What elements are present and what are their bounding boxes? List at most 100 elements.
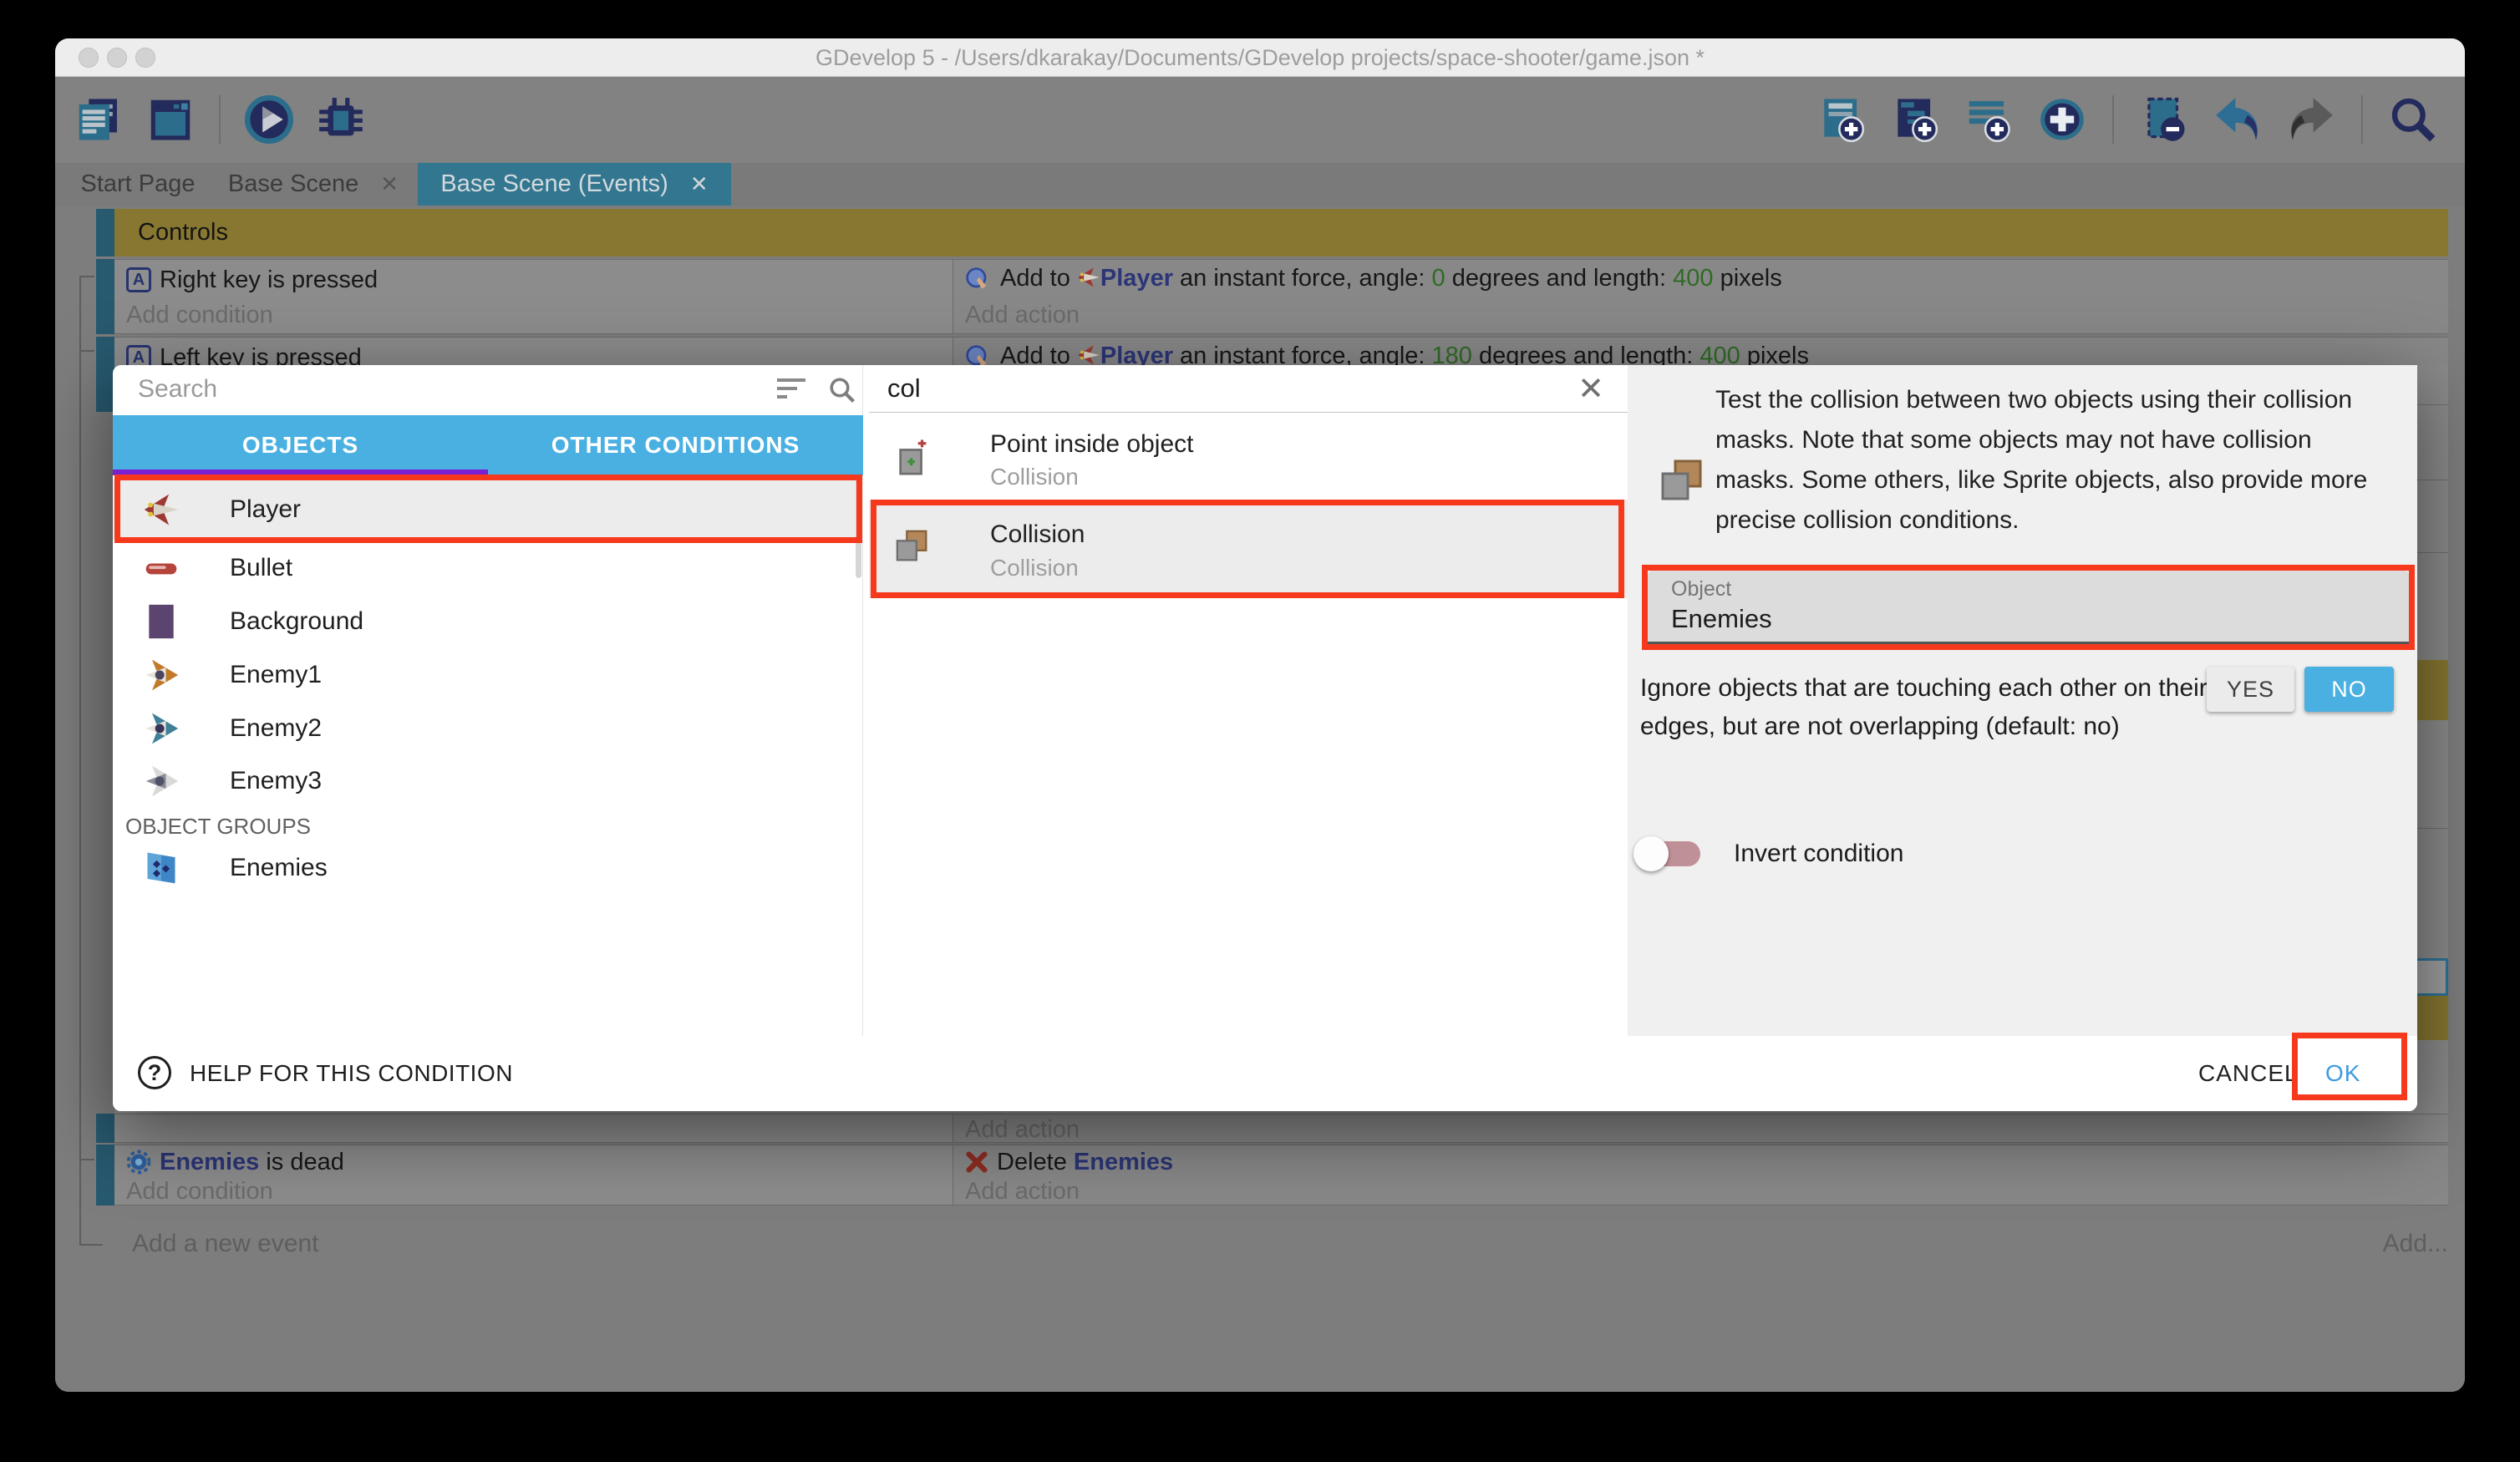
add-event-icon[interactable]: [1815, 93, 1868, 146]
invert-condition-label: Invert condition: [1734, 838, 1903, 870]
help-icon[interactable]: ?: [138, 1056, 171, 1089]
object-row-enemy2[interactable]: Enemy2: [113, 702, 863, 755]
comment-event-controls[interactable]: Controls: [114, 209, 2448, 256]
yes-button[interactable]: YES: [2207, 667, 2294, 712]
play-preview-icon[interactable]: [242, 93, 296, 146]
enemies-group-icon: [143, 850, 180, 886]
close-tab-icon[interactable]: ✕: [690, 171, 709, 197]
search-events-icon[interactable]: [2386, 93, 2440, 146]
event-tree-corner: [79, 1244, 103, 1246]
player-ship-inline-icon: [1077, 266, 1100, 296]
main-toolbar: [55, 77, 2465, 163]
object-name: Enemy3: [230, 767, 322, 795]
tab-objects[interactable]: OBJECTS: [113, 415, 488, 475]
delete-event-icon[interactable]: [2137, 93, 2191, 146]
toolbar-separator: [2112, 95, 2114, 144]
tab-base-scene[interactable]: Base Scene ✕: [209, 163, 418, 206]
window-title: GDevelop 5 - /Users/dkarakay/Documents/G…: [55, 38, 2465, 77]
add-action-link[interactable]: Add action: [965, 1178, 1080, 1206]
comment-text: Controls: [138, 219, 228, 246]
enemy1-ship-icon: [143, 657, 180, 693]
tab-base-scene-events[interactable]: Base Scene (Events) ✕: [418, 163, 731, 206]
event-bar[interactable]: [96, 337, 114, 412]
actions-cell[interactable]: Add to Player an instant force, angle: 0…: [953, 260, 2448, 333]
event-row-partial: Add action: [114, 1114, 2448, 1143]
object-groups-header: OBJECT GROUPS: [125, 814, 311, 840]
event-row-right-key: A Right key is pressed Add condition Add…: [114, 259, 2448, 334]
condition-text[interactable]: Right key is pressed: [160, 267, 378, 294]
add-condition-link[interactable]: Add condition: [126, 302, 273, 329]
filter-icon[interactable]: [777, 378, 805, 404]
add-comment-icon[interactable]: [1962, 93, 2015, 146]
cancel-button[interactable]: CANCEL: [2198, 1060, 2299, 1087]
editor-tabbar: Start Page Base Scene ✕ Base Scene (Even…: [55, 163, 2465, 206]
keyboard-key-icon: A: [126, 267, 151, 292]
clear-search-icon[interactable]: ✕: [1578, 370, 1604, 408]
conditions-cell[interactable]: A Right key is pressed Add condition: [114, 260, 953, 333]
titlebar: GDevelop 5 - /Users/dkarakay/Documents/G…: [55, 38, 2465, 77]
condition-text[interactable]: Enemies is dead: [160, 1149, 344, 1176]
project-manager-icon[interactable]: [72, 93, 125, 146]
action-text[interactable]: Delete Enemies: [997, 1149, 1173, 1176]
background-icon: [143, 603, 180, 640]
screenshot-stage: GDevelop 5 - /Users/dkarakay/Documents/G…: [0, 0, 2520, 1462]
tab-other-conditions[interactable]: OTHER CONDITIONS: [488, 415, 863, 475]
enemy2-ship-icon: [143, 710, 180, 747]
result-subtitle: Collision: [990, 464, 1079, 490]
bullet-icon: [143, 550, 180, 586]
close-tab-icon[interactable]: ✕: [380, 171, 399, 197]
conditions-cell[interactable]: Enemies is dead Add condition: [114, 1145, 953, 1205]
condition-search-input[interactable]: col: [887, 373, 921, 404]
scene-editor-icon[interactable]: [144, 93, 197, 146]
group-name: Enemies: [230, 854, 328, 882]
condition-editor-dialog: Search OBJECTS OTHER CONDITIONS Pl: [113, 365, 2417, 1111]
action-text[interactable]: Add to Player an instant force, angle: 0…: [1000, 265, 1782, 295]
tab-start-page[interactable]: Start Page: [67, 163, 209, 206]
object-search-input[interactable]: Search: [138, 375, 217, 404]
toolbar-separator: [2361, 95, 2363, 144]
event-bar[interactable]: [96, 209, 114, 256]
toolbar-left-group: [72, 92, 368, 147]
add-action-link[interactable]: Add action: [965, 1116, 1080, 1144]
add-condition-link[interactable]: Add condition: [126, 1178, 273, 1206]
dialog-footer: ? HELP FOR THIS CONDITION CANCEL OK: [113, 1036, 2417, 1111]
event-bar[interactable]: [96, 1114, 114, 1143]
object-name: Background: [230, 607, 363, 636]
annotation-box-collision: [871, 500, 1624, 598]
object-row-enemy3[interactable]: Enemy3: [113, 754, 863, 808]
event-row-enemies-dead: Enemies is dead Add condition Delete Ene…: [114, 1145, 2448, 1206]
undo-icon[interactable]: [2211, 93, 2264, 146]
result-row-point-inside[interactable]: Point inside object Collision: [869, 420, 1628, 500]
event-tree-stub: [79, 350, 94, 352]
group-row-enemies[interactable]: Enemies: [113, 841, 863, 895]
event-tree-line: [79, 276, 81, 1244]
event-bar[interactable]: [96, 259, 114, 334]
object-name: Enemy2: [230, 714, 322, 743]
tab-label: Base Scene: [228, 170, 358, 198]
conditions-cell[interactable]: [114, 1114, 953, 1142]
add-new-event-link[interactable]: Add a new event: [132, 1230, 319, 1258]
point-inside-object-icon: [894, 439, 932, 477]
search-icon: [827, 375, 857, 409]
event-bar[interactable]: [96, 1145, 114, 1206]
add-more-link[interactable]: Add...: [2383, 1230, 2448, 1258]
gdevelop-window: GDevelop 5 - /Users/dkarakay/Documents/G…: [55, 38, 2465, 1392]
object-row-enemy1[interactable]: Enemy1: [113, 648, 863, 702]
add-action-link[interactable]: Add action: [965, 302, 1080, 329]
debug-icon[interactable]: [314, 93, 368, 146]
redo-icon[interactable]: [2284, 93, 2338, 146]
ignore-edges-question: Ignore objects that are touching each ot…: [1640, 669, 2217, 746]
actions-cell[interactable]: Add action: [953, 1114, 2448, 1142]
behavior-gear-icon: [126, 1150, 151, 1175]
add-sub-event-icon[interactable]: [1888, 93, 1942, 146]
actions-cell[interactable]: Delete Enemies Add action: [953, 1145, 2448, 1205]
no-button[interactable]: NO: [2304, 667, 2394, 712]
object-row-bullet[interactable]: Bullet: [113, 541, 863, 595]
object-row-background[interactable]: Background: [113, 595, 863, 648]
condition-search-row[interactable]: col ✕: [869, 365, 1628, 413]
delete-x-icon: [965, 1150, 988, 1174]
invert-toggle-knob[interactable]: [1633, 836, 1669, 871]
object-search-row[interactable]: Search: [113, 365, 863, 415]
help-link[interactable]: HELP FOR THIS CONDITION: [190, 1060, 513, 1087]
add-new-icon[interactable]: [2035, 93, 2089, 146]
